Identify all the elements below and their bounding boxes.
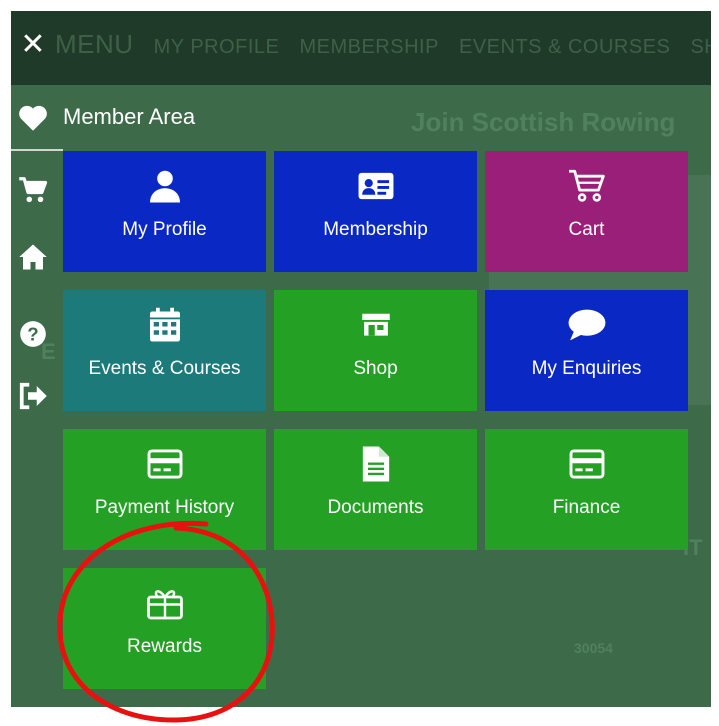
store-icon — [361, 306, 391, 344]
document-icon — [361, 445, 391, 483]
help-icon[interactable]: ? — [17, 318, 49, 350]
cart-icon[interactable] — [17, 174, 49, 206]
id-card-icon — [357, 167, 395, 205]
tile-cart[interactable]: Cart — [485, 151, 688, 272]
cart-icon — [567, 167, 607, 205]
chat-icon — [567, 306, 607, 344]
user-icon — [147, 167, 183, 205]
tile-membership[interactable]: Membership — [274, 151, 477, 272]
tile-label: Payment History — [94, 497, 235, 518]
tile-my-profile[interactable]: My Profile — [63, 151, 266, 272]
sidebar-divider — [11, 149, 63, 151]
background-number: 30054 — [574, 640, 613, 656]
highlight-circle — [57, 520, 275, 723]
svg-text:?: ? — [27, 323, 38, 344]
tile-events-courses[interactable]: Events & Courses — [63, 290, 266, 411]
logout-icon[interactable] — [17, 380, 49, 412]
close-icon[interactable]: ✕ — [19, 30, 47, 60]
tile-my-enquiries[interactable]: My Enquiries — [485, 290, 688, 411]
nav-my-profile: MY PROFILE — [153, 36, 280, 58]
tile-label: Shop — [353, 358, 398, 379]
top-bar: MENU MY PROFILE MEMBERSHIP EVENTS & COUR… — [11, 11, 711, 85]
tile-finance[interactable]: Finance — [485, 429, 688, 550]
tile-label: Events & Courses — [88, 358, 241, 379]
tile-shop[interactable]: Shop — [274, 290, 477, 411]
tile-label: My Profile — [122, 219, 207, 240]
tile-label: Membership — [323, 219, 428, 240]
tile-label: Finance — [552, 497, 621, 518]
member-area-title: Member Area — [63, 104, 196, 129]
tile-documents[interactable]: Documents — [274, 429, 477, 550]
tile-label: My Enquiries — [531, 358, 642, 379]
nav-membership: MEMBERSHIP — [299, 36, 439, 58]
calendar-icon — [148, 306, 182, 344]
tile-label: Cart — [568, 219, 605, 240]
credit-card-icon — [146, 445, 184, 483]
heart-icon[interactable] — [17, 102, 49, 134]
background-nav: MENU MY PROFILE MEMBERSHIP EVENTS & COUR… — [55, 29, 711, 60]
nav-shop: SHOP — [690, 36, 711, 58]
credit-card-icon — [568, 445, 606, 483]
nav-events-courses: EVENTS & COURSES — [459, 36, 671, 58]
tile-label: Documents — [327, 497, 424, 518]
background-title: Join Scottish Rowing — [411, 107, 676, 137]
nav-menu: MENU — [55, 29, 134, 59]
home-icon[interactable] — [17, 241, 49, 273]
